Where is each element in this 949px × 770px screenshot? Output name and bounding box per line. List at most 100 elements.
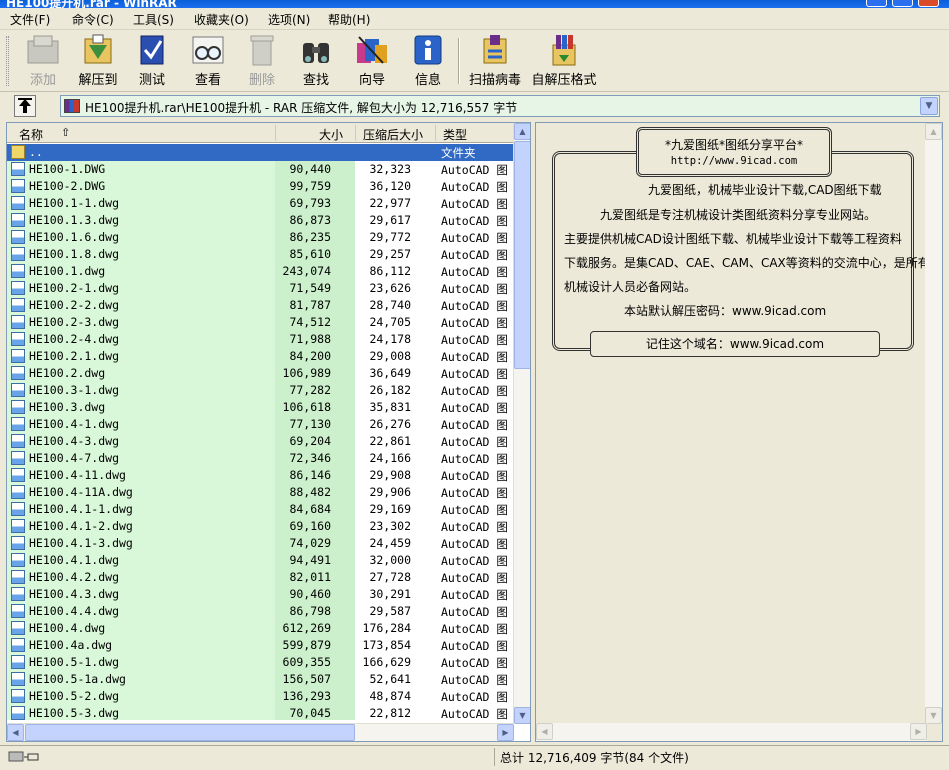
scroll-up-button[interactable]: ▲ [925,123,942,140]
file-row[interactable]: HE100.4.1-2.dwg 69,160 23,302 AutoCAD 图 [7,518,514,535]
file-row[interactable]: HE100.2-2.dwg 81,787 28,740 AutoCAD 图 [7,297,514,314]
file-name: .. [29,145,43,159]
wizard-icon [353,33,391,67]
file-row[interactable]: HE100.5-1.dwg 609,355 166,629 AutoCAD 图 [7,654,514,671]
scroll-thumb[interactable] [514,141,530,369]
file-row[interactable]: HE100.4-11A.dwg 88,482 29,906 AutoCAD 图 [7,484,514,501]
file-row[interactable]: HE100.3-1.dwg 77,282 26,182 AutoCAD 图 [7,382,514,399]
file-row[interactable]: HE100.4-1.dwg 77,130 26,276 AutoCAD 图 [7,416,514,433]
file-row[interactable]: HE100-2.DWG 99,759 36,120 AutoCAD 图 [7,178,514,195]
file-row[interactable]: HE100.2-4.dwg 71,988 24,178 AutoCAD 图 [7,331,514,348]
column-divider[interactable] [355,125,356,141]
maximize-button[interactable] [892,0,913,7]
virus-scan-button[interactable]: 扫描病毒 [466,33,524,89]
file-row[interactable]: HE100.4.3.dwg 90,460 30,291 AutoCAD 图 [7,586,514,603]
file-row[interactable]: HE100.4.1.dwg 94,491 32,000 AutoCAD 图 [7,552,514,569]
file-size: 136,293 [282,689,331,703]
file-row[interactable]: HE100.4.2.dwg 82,011 27,728 AutoCAD 图 [7,569,514,586]
column-divider[interactable] [275,125,276,141]
file-name: HE100.4-11A.dwg [29,485,133,499]
file-row[interactable]: HE100.2.dwg 106,989 36,649 AutoCAD 图 [7,365,514,382]
dwg-file-icon [11,349,25,363]
file-name: HE100-2.DWG [29,179,106,193]
file-name: HE100.3-1.dwg [29,383,120,397]
file-row[interactable]: HE100.4a.dwg 599,879 173,854 AutoCAD 图 [7,637,514,654]
toolbar-grip[interactable] [6,36,9,86]
address-bar[interactable]: HE100提升机.rar\HE100提升机 - RAR 压缩文件, 解包大小为 … [60,95,940,117]
file-list-horizontal-scrollbar[interactable]: ◀ ▶ [7,723,514,741]
scroll-left-button[interactable]: ◀ [536,723,553,740]
file-row[interactable]: HE100.1-1.dwg 69,793 22,977 AutoCAD 图 [7,195,514,212]
file-row[interactable]: HE100.2.1.dwg 84,200 29,008 AutoCAD 图 [7,348,514,365]
file-name: HE100.2-4.dwg [29,332,120,346]
file-row[interactable]: HE100.4.4.dwg 86,798 29,587 AutoCAD 图 [7,603,514,620]
scroll-right-button[interactable]: ▶ [910,723,927,740]
file-row[interactable]: HE100.4.1-1.dwg 84,684 29,169 AutoCAD 图 [7,501,514,518]
file-size: 94,491 [289,553,331,567]
column-header-type[interactable]: 类型 [443,126,467,143]
file-list-vertical-scrollbar[interactable]: ▲ ▼ [513,123,530,724]
scroll-right-button[interactable]: ▶ [497,724,514,741]
file-row[interactable]: HE100.4.1-3.dwg 74,029 24,459 AutoCAD 图 [7,535,514,552]
add-button[interactable]: 添加 [18,33,68,89]
sfx-icon [545,33,583,67]
address-dropdown-button[interactable]: ▼ [920,97,938,115]
file-row[interactable]: HE100.1.6.dwg 86,235 29,772 AutoCAD 图 [7,229,514,246]
file-size: 86,235 [289,230,331,244]
scroll-up-button[interactable]: ▲ [514,123,530,140]
menu-favorites[interactable]: 收藏夹(O) [194,11,249,28]
file-row[interactable]: HE100.5-3.dwg 70,045 22,812 AutoCAD 图 [7,705,514,720]
file-type: AutoCAD 图 [441,656,508,670]
file-packed-size: 29,906 [369,485,411,499]
menu-help[interactable]: 帮助(H) [328,11,370,28]
extract-to-button[interactable]: 解压到 [72,33,124,89]
file-row[interactable]: HE100.1.dwg 243,074 86,112 AutoCAD 图 [7,263,514,280]
file-size: 70,045 [289,706,331,720]
file-row[interactable]: HE100.5-2.dwg 136,293 48,874 AutoCAD 图 [7,688,514,705]
sfx-button[interactable]: 自解压格式 [530,33,598,89]
test-button[interactable]: 测试 [130,33,174,89]
file-row[interactable]: HE100.1.8.dwg 85,610 29,257 AutoCAD 图 [7,246,514,263]
column-header-size[interactable]: 大小 [319,126,343,143]
file-packed-size: 24,459 [369,536,411,550]
scroll-down-button[interactable]: ▼ [925,707,942,724]
parent-folder-row[interactable]: .. 文件夹 [7,144,514,161]
file-name: HE100.5-1a.dwg [29,672,126,686]
scroll-left-button[interactable]: ◀ [7,724,24,741]
view-button[interactable]: 查看 [186,33,230,89]
menu-options[interactable]: 选项(N) [268,11,310,28]
file-row[interactable]: HE100.3.dwg 106,618 35,831 AutoCAD 图 [7,399,514,416]
menu-tools[interactable]: 工具(S) [133,11,174,28]
file-row[interactable]: HE100.5-1a.dwg 156,507 52,641 AutoCAD 图 [7,671,514,688]
comment-vertical-scrollbar[interactable]: ▲ ▼ [925,123,942,724]
find-button[interactable]: 查找 [294,33,338,89]
file-row[interactable]: HE100.2-3.dwg 74,512 24,705 AutoCAD 图 [7,314,514,331]
file-row[interactable]: HE100.4-3.dwg 69,204 22,861 AutoCAD 图 [7,433,514,450]
file-row[interactable]: HE100.2-1.dwg 71,549 23,626 AutoCAD 图 [7,280,514,297]
dwg-file-icon [11,502,25,516]
minimize-button[interactable] [866,0,887,7]
delete-button[interactable]: 删除 [240,33,284,89]
wizard-button[interactable]: 向导 [348,33,396,89]
column-header-name[interactable]: 名称 [19,126,43,143]
dwg-file-icon [11,604,25,618]
file-row[interactable]: HE100.4.dwg 612,269 176,284 AutoCAD 图 [7,620,514,637]
file-list[interactable]: 名称 ⇧ 大小 压缩后大小 类型 .. 文件夹 HE100-1.DWG 90,440 3… [6,122,531,742]
column-header-packed[interactable]: 压缩后大小 [363,126,423,143]
scroll-thumb[interactable] [25,724,355,741]
comment-horizontal-scrollbar[interactable]: ◀ ▶ [536,723,927,741]
scroll-down-button[interactable]: ▼ [514,707,530,724]
close-button[interactable] [918,0,939,7]
info-button[interactable]: 信息 [406,33,450,89]
file-row[interactable]: HE100-1.DWG 90,440 32,323 AutoCAD 图 [7,161,514,178]
file-size: 82,011 [289,570,331,584]
menu-commands[interactable]: 命令(C) [72,11,114,28]
file-name: HE100.4.1-3.dwg [29,536,133,550]
file-size: 71,549 [289,281,331,295]
file-row[interactable]: HE100.4-7.dwg 72,346 24,166 AutoCAD 图 [7,450,514,467]
file-row[interactable]: HE100.1.3.dwg 86,873 29,617 AutoCAD 图 [7,212,514,229]
up-folder-button[interactable] [14,95,36,117]
menu-file[interactable]: 文件(F) [10,11,50,28]
file-row[interactable]: HE100.4-11.dwg 86,146 29,908 AutoCAD 图 [7,467,514,484]
column-divider[interactable] [435,125,436,141]
